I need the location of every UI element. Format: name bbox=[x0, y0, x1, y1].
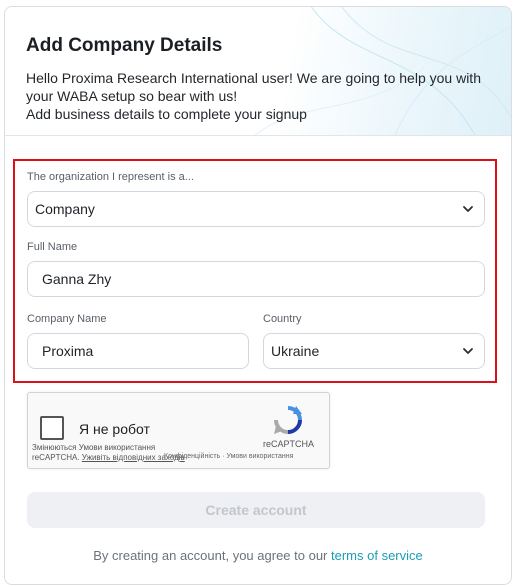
intro-text: Hello Proxima Research International use… bbox=[26, 69, 496, 123]
create-account-button[interactable]: Create account bbox=[27, 492, 485, 528]
org-type-value: Company bbox=[35, 201, 95, 217]
full-name-input[interactable] bbox=[27, 261, 485, 297]
chevron-down-icon bbox=[463, 206, 473, 212]
card-header: Add Company Details Hello Proxima Resear… bbox=[5, 7, 511, 136]
signup-card: Add Company Details Hello Proxima Resear… bbox=[4, 6, 512, 585]
chevron-down-icon bbox=[463, 348, 473, 354]
recaptcha-checkbox[interactable] bbox=[40, 416, 64, 440]
recaptcha-brand: reCAPTCHA bbox=[263, 439, 315, 449]
terms-notice: By creating an account, you agree to our… bbox=[5, 548, 511, 563]
recaptcha-widget: Я не робот reCAPTCHA Змінюються Умови ви… bbox=[27, 392, 330, 469]
recaptcha-notice-line: reCAPTCHA. Уживіть відповідних заходів bbox=[32, 453, 185, 463]
terms-of-service-link[interactable]: terms of service bbox=[331, 548, 423, 563]
country-select[interactable]: Ukraine bbox=[263, 333, 485, 369]
recaptcha-notice-prefix: reCAPTCHA. bbox=[32, 453, 82, 462]
company-name-input[interactable] bbox=[27, 333, 249, 369]
recaptcha-checkbox-label: Я не робот bbox=[79, 421, 150, 437]
intro-line: Add business details to complete your si… bbox=[26, 106, 307, 122]
recaptcha-logo-icon bbox=[274, 406, 302, 434]
intro-line: Hello Proxima Research International use… bbox=[26, 70, 481, 86]
recaptcha-notice-line: Змінюються Умови використання bbox=[32, 443, 156, 452]
country-label: Country bbox=[263, 313, 302, 325]
company-name-label: Company Name bbox=[27, 313, 107, 325]
org-type-select[interactable]: Company bbox=[27, 191, 485, 227]
recaptcha-privacy-terms[interactable]: Конфіденційність · Умови використання bbox=[164, 453, 293, 460]
terms-prefix: By creating an account, you agree to our bbox=[93, 548, 331, 563]
page-title: Add Company Details bbox=[26, 35, 223, 56]
country-value: Ukraine bbox=[271, 343, 320, 359]
full-name-label: Full Name bbox=[27, 241, 78, 253]
org-type-label: The organization I represent is a... bbox=[27, 171, 194, 183]
recaptcha-notice: Змінюються Умови використання reCAPTCHA.… bbox=[32, 443, 185, 463]
highlighted-form-section: The organization I represent is a... Com… bbox=[13, 159, 497, 383]
intro-line: your WABA setup so bear with us! bbox=[26, 88, 238, 104]
